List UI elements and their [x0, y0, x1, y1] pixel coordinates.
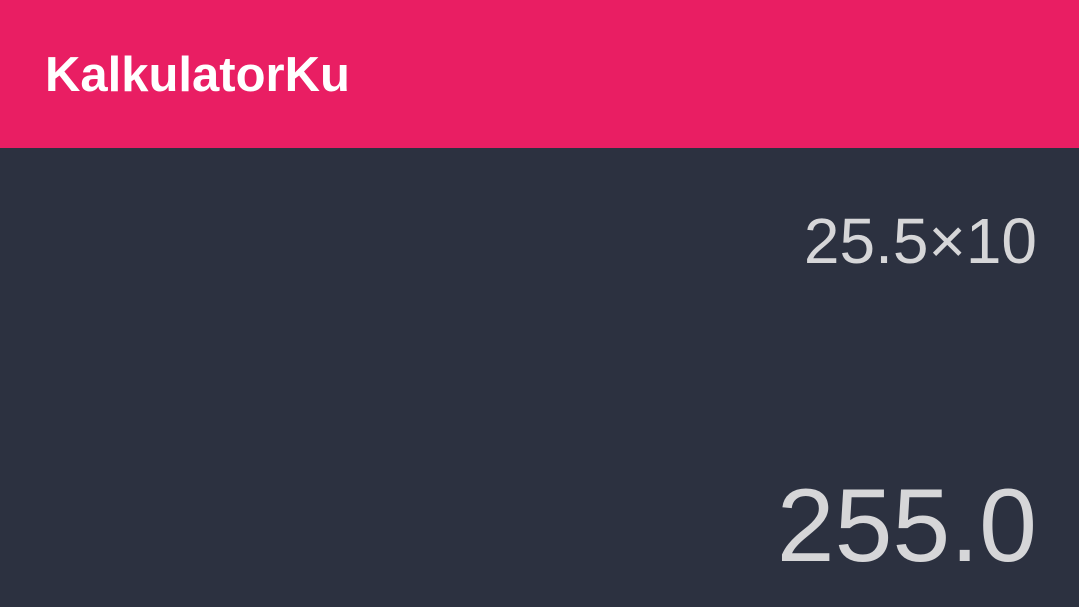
- calculator-display: 25.5×10 255.0: [0, 148, 1079, 607]
- expression-display: 25.5×10: [803, 205, 1037, 277]
- result-display: 255.0: [776, 468, 1037, 584]
- calculator-app: KalkulatorKu 25.5×10 255.0: [0, 0, 1079, 607]
- app-bar: KalkulatorKu: [0, 0, 1079, 148]
- app-title: KalkulatorKu: [45, 48, 350, 102]
